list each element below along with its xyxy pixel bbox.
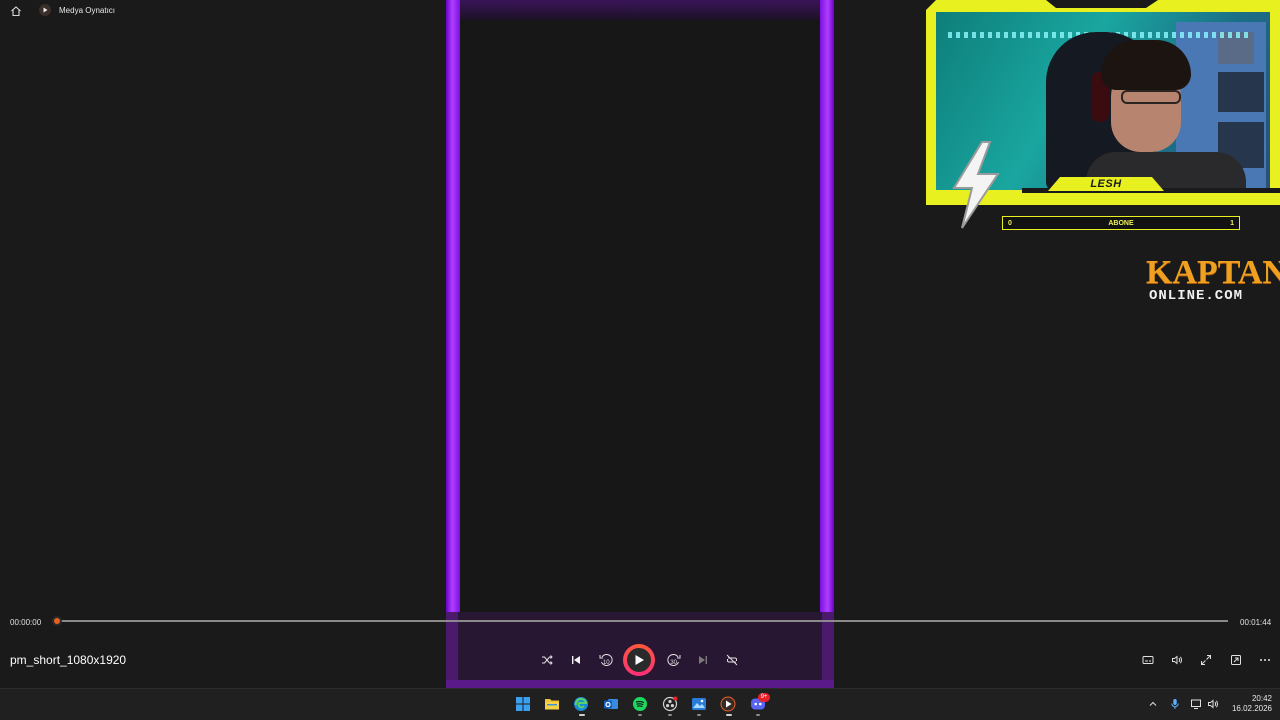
more-options-button[interactable] [1258, 653, 1272, 667]
play-button[interactable] [625, 646, 653, 674]
media-player-window: Medya Oynatıcı LESH 0 ABONE 1 KAPTAN ONL… [0, 0, 1280, 688]
video-viewport[interactable] [446, 0, 834, 688]
mini-player-button[interactable] [1229, 653, 1243, 667]
edge-icon[interactable] [572, 695, 590, 713]
play-icon [635, 655, 644, 665]
streamer-name: LESH [1048, 177, 1164, 191]
previous-button[interactable] [569, 653, 583, 667]
more-icon [1260, 659, 1270, 661]
subscriber-label: ABONE [1108, 219, 1134, 227]
previous-icon [572, 656, 580, 664]
subscriber-goal-bar: 0 ABONE 1 [1002, 216, 1240, 230]
media-player-icon [39, 4, 51, 16]
shuffle-button[interactable] [540, 653, 554, 667]
total-time: 00:01:44 [1240, 618, 1272, 627]
repeat-off-icon [726, 654, 738, 666]
seek-bar[interactable] [52, 616, 1228, 626]
brand-logo: KAPTAN ONLINE.COM [1146, 256, 1280, 308]
shuffle-icon [542, 655, 553, 665]
volume-button[interactable] [1170, 653, 1184, 667]
brand-logo-main: KAPTAN [1146, 254, 1280, 291]
video-frame-right-border [820, 0, 834, 612]
network-icon[interactable] [1189, 695, 1203, 713]
seek-thumb[interactable] [52, 616, 62, 626]
subscriber-target: 1 [1230, 219, 1234, 227]
home-icon[interactable] [10, 4, 22, 17]
discord-badge: 9+ [758, 693, 770, 702]
lightning-bolt-icon [952, 141, 1000, 229]
forward-30-icon: 30 [667, 653, 681, 666]
subtitles-icon [1142, 656, 1154, 664]
video-frame-bottom-border [446, 680, 834, 688]
brand-logo-sub: ONLINE.COM [1149, 288, 1244, 304]
repeat-button[interactable] [725, 653, 739, 667]
next-icon [699, 656, 707, 664]
subtitles-button[interactable] [1141, 653, 1155, 667]
outlook-icon[interactable] [602, 695, 620, 713]
file-name: pm_short_1080x1920 [10, 653, 127, 667]
video-frame-left-border [446, 0, 460, 612]
start-icon[interactable] [514, 695, 532, 713]
mini-player-icon [1231, 655, 1241, 665]
media-player-taskbar-icon[interactable] [719, 695, 737, 713]
volume-icon [1172, 655, 1182, 665]
microphone-icon[interactable] [1168, 695, 1182, 713]
clock-date: 16.02.2026 [1231, 704, 1272, 713]
clock-time: 20:42 [1251, 694, 1272, 703]
svg-text:10: 10 [603, 660, 610, 666]
forward-30-button[interactable]: 30 [666, 652, 682, 668]
window-title: Medya Oynatıcı [59, 6, 116, 15]
taskbar-clock[interactable]: 20:42 16.02.2026 [1226, 694, 1272, 714]
next-button[interactable] [696, 653, 710, 667]
file-explorer-icon[interactable] [543, 695, 561, 713]
chevron-up-icon[interactable] [1146, 695, 1160, 713]
video-frame-top [446, 0, 834, 20]
obs-icon[interactable] [661, 695, 679, 713]
speaker-icon[interactable] [1206, 695, 1220, 713]
current-time: 00:00:00 [10, 618, 42, 627]
spotify-icon[interactable] [631, 695, 649, 713]
webcam-overlay: LESH [926, 0, 1280, 229]
fullscreen-button[interactable] [1199, 653, 1213, 667]
photos-icon[interactable] [690, 695, 708, 713]
subscriber-current: 0 [1008, 219, 1012, 227]
fullscreen-icon [1201, 655, 1211, 665]
svg-text:30: 30 [670, 660, 677, 666]
rewind-10-icon: 10 [599, 653, 613, 666]
rewind-10-button[interactable]: 10 [598, 652, 614, 668]
